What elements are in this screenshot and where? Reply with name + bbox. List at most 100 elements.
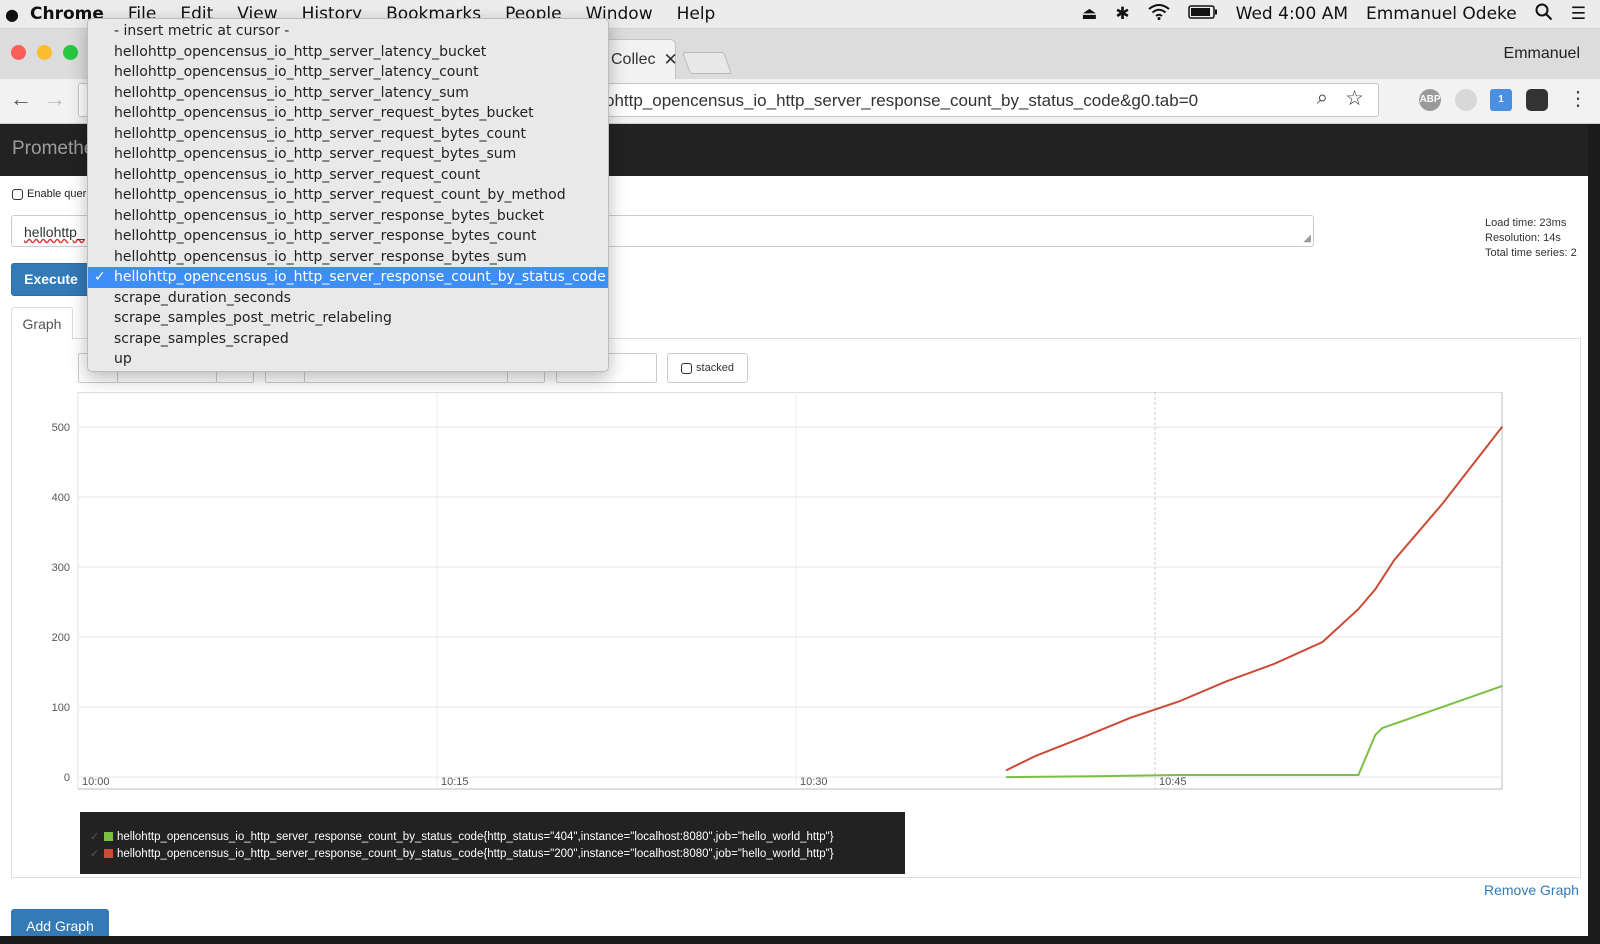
data-point [1501,685,1503,687]
menubar-clock[interactable]: Wed 4:00 AM [1236,4,1348,24]
stacked-toggle[interactable]: stacked [667,353,748,383]
dropdown-option-label: scrape_samples_post_metric_relabeling [114,310,392,326]
eject-icon[interactable]: ⏏ [1081,4,1097,24]
dropdown-option[interactable]: hellohttp_opencensus_io_http_server_late… [88,83,608,104]
dropdown-option[interactable]: hellohttp_opencensus_io_http_server_late… [88,42,608,63]
wifi-icon[interactable] [1148,3,1170,25]
menu-help[interactable]: Help [665,4,728,24]
dropdown-option[interactable]: hellohttp_opencensus_io_http_server_requ… [88,124,608,145]
tab-title: Collec [611,50,656,68]
resize-grip-icon[interactable]: ◢ [1303,233,1311,244]
dropdown-option-label: - insert metric at cursor - [114,23,290,39]
data-point [1130,716,1132,719]
zoom-icon[interactable]: ⌕ [1317,87,1328,110]
data-point [1273,774,1276,776]
tab-close-icon[interactable]: ✕ [663,50,677,70]
dropdown-option[interactable]: hellohttp_opencensus_io_http_server_resp… [88,247,608,268]
query-stats: Load time: 23ms Resolution: 14s Total ti… [1485,216,1577,261]
legend-item-404[interactable]: ✓ hellohttp_opencensus_io_http_server_re… [90,828,905,845]
window-edge [1588,124,1600,944]
dropdown-option-label: hellohttp_opencensus_io_http_server_requ… [114,187,566,203]
data-point [1178,774,1180,776]
dropdown-option-label: hellohttp_opencensus_io_http_server_resp… [114,228,537,244]
checkmark-icon: ✓ [94,269,106,285]
y-tick-label: 400 [52,492,70,504]
minimize-window-button[interactable] [37,45,52,60]
notification-center-icon[interactable]: ☰ [1571,4,1586,24]
dropdown-option-label: hellohttp_opencensus_io_http_server_resp… [114,207,544,224]
y-tick-label: 0 [64,772,70,784]
incognito-extension-icon[interactable] [1526,89,1548,111]
apple-icon[interactable]: ● [0,5,24,24]
dropdown-option-label: hellohttp_opencensus_io_http_server_resp… [114,269,606,285]
data-point [1374,588,1377,591]
dropdown-option[interactable]: - insert metric at cursor - [88,21,608,42]
extension-icon[interactable] [1455,89,1477,111]
menubar-user[interactable]: Emmanuel Odeke [1366,4,1517,24]
dropdown-option[interactable]: hellohttp_opencensus_io_http_server_resp… [88,206,608,227]
legend-item-200[interactable]: ✓ hellohttp_opencensus_io_http_server_re… [90,845,905,862]
data-point [1381,727,1384,729]
stacked-checkbox[interactable] [681,362,693,374]
dropdown-option[interactable]: up [88,349,608,370]
url-text: ohttp_opencensus_io_http_server_response… [605,91,1199,110]
dropdown-option[interactable]: scrape_duration_seconds [88,288,608,309]
window-edge [0,936,1600,944]
dropdown-option[interactable]: hellohttp_opencensus_io_http_server_requ… [88,103,608,124]
dropdown-option[interactable]: scrape_samples_post_metric_relabeling [88,308,608,329]
x-tick-label: 10:45 [1159,776,1187,788]
tab-graph[interactable]: Graph [11,307,73,340]
adblock-plus-icon[interactable]: ABP [1419,89,1441,111]
plot-area [77,392,1503,790]
dropdown-option[interactable]: ✓ hellohttp_opencensus_io_http_server_res… [88,267,608,288]
data-point [1357,774,1360,776]
close-window-button[interactable] [11,45,26,60]
bookmark-star-icon[interactable]: ☆ [1345,86,1364,111]
enable-query-history[interactable]: Enable quer [12,188,86,200]
metrics-chart: 0 100 200 300 400 500 10:00 10:15 10:30 10:45 [52,392,1503,790]
y-tick-label: 200 [52,632,70,644]
expression-value: hellohttp_ [24,224,85,240]
battery-icon[interactable] [1187,4,1218,24]
dropdown-option[interactable]: hellohttp_opencensus_io_http_server_requ… [88,144,608,165]
legend-swatch [104,849,113,858]
data-point [1178,700,1180,703]
data-point [1225,680,1228,683]
y-tick-label: 300 [52,562,70,574]
data-point [1005,769,1008,771]
data-point [1082,775,1085,778]
maximize-window-button[interactable] [63,45,78,60]
data-point [1441,503,1444,505]
data-point [1082,736,1085,739]
dropdown-option-label: hellohttp_opencensus_io_http_server_requ… [114,125,526,142]
bluetooth-icon[interactable]: ✱ [1115,4,1129,24]
metric-select-dropdown[interactable]: - insert metric at cursor - hellohttp_ope… [87,18,609,372]
extension-badge-icon[interactable]: 1 [1490,89,1512,111]
dropdown-option[interactable]: hellohttp_opencensus_io_http_server_resp… [88,226,608,247]
new-tab-button[interactable] [681,52,733,74]
x-tick-label: 10:15 [441,776,469,788]
enable-query-history-checkbox[interactable] [12,188,23,200]
dropdown-option-label: up [114,351,132,367]
y-tick-label: 500 [52,422,70,434]
x-tick-label: 10:00 [82,776,110,788]
execute-button[interactable]: Execute [11,263,91,296]
remove-graph-link[interactable]: Remove Graph [1484,882,1579,898]
dropdown-option[interactable]: hellohttp_opencensus_io_http_server_late… [88,62,608,83]
dropdown-option-label: hellohttp_opencensus_io_http_server_requ… [114,166,481,183]
data-point [1273,662,1276,665]
legend-check-icon: ✓ [90,831,100,843]
dropdown-option[interactable]: hellohttp_opencensus_io_http_server_requ… [88,185,608,206]
chart-grid [77,392,1503,790]
spotlight-search-icon[interactable] [1535,3,1553,26]
dropdown-option[interactable]: hellohttp_opencensus_io_http_server_requ… [88,165,608,186]
dropdown-option[interactable]: scrape_samples_scraped [88,329,608,350]
forward-arrow-icon[interactable]: → [44,86,66,112]
profile-button[interactable]: Emmanuel [1504,45,1580,63]
back-arrow-icon[interactable]: ← [10,86,32,112]
chrome-menu-icon[interactable]: ⋮ [1568,86,1588,111]
data-point [1357,608,1360,610]
data-point [1374,734,1377,736]
prometheus-brand[interactable]: Promethe [12,138,94,160]
dropdown-option-label: scrape_duration_seconds [114,289,291,306]
